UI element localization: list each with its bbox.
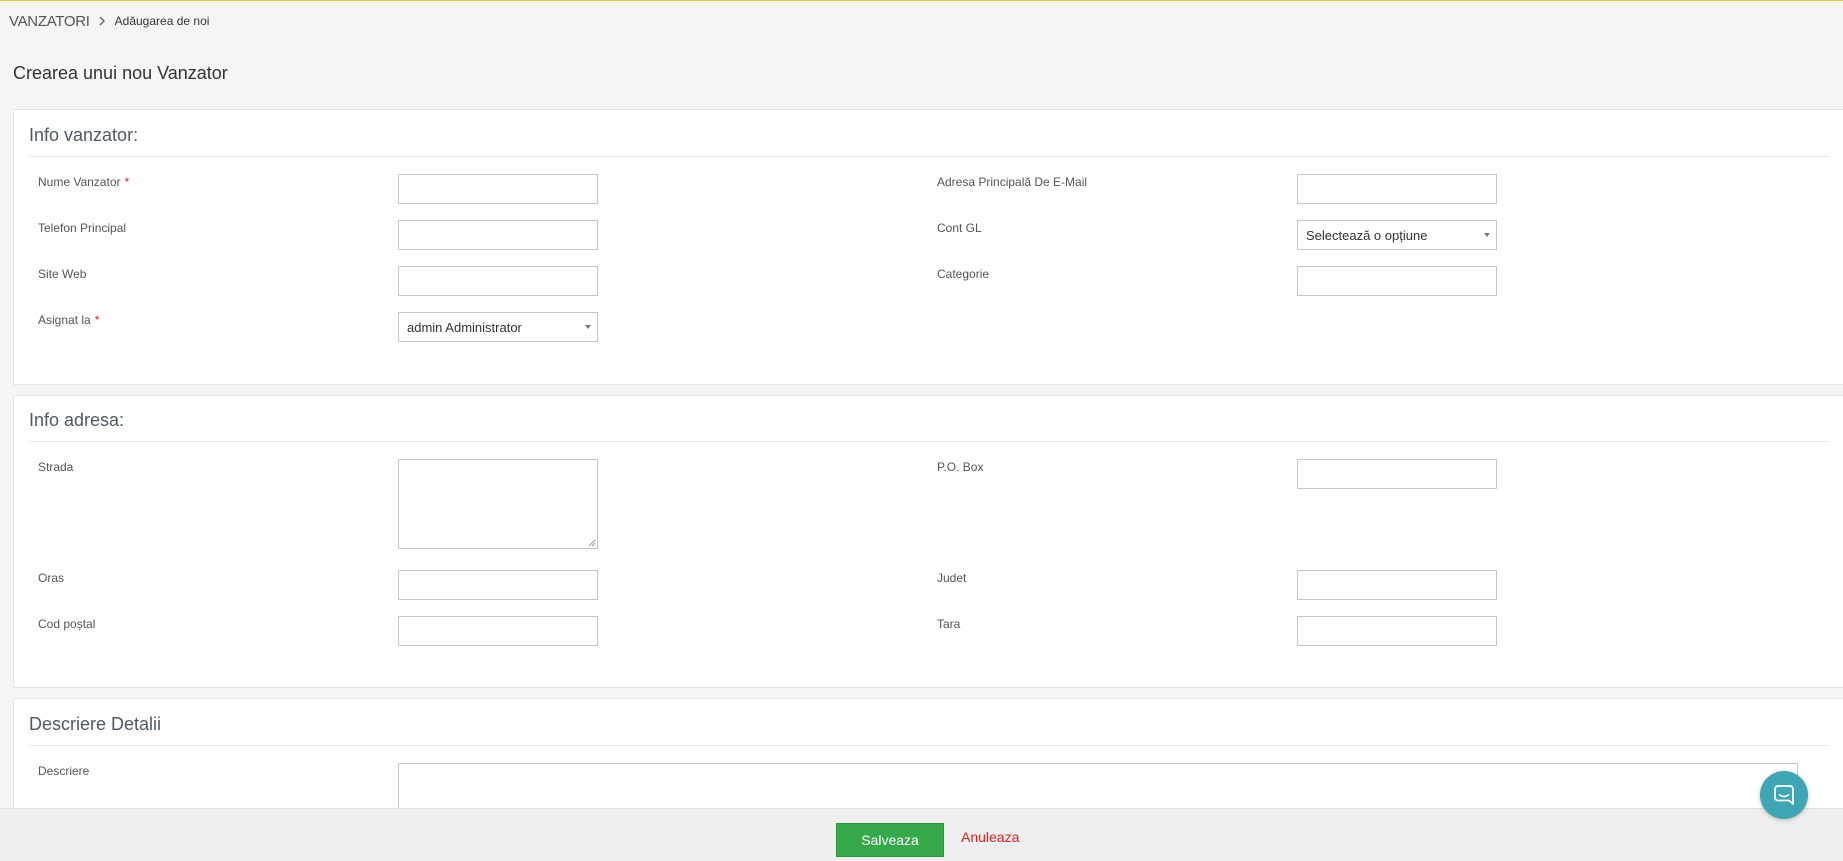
postal-code-input[interactable] [398, 616, 598, 646]
section-address-info: Info adresa: Strada P.O. Box Oras Judet … [13, 395, 1843, 688]
field-label-phone: Telefon Principal [38, 221, 127, 235]
website-input[interactable] [398, 266, 598, 296]
city-input[interactable] [398, 570, 598, 600]
section-divider [29, 745, 1828, 746]
field-label-postal-code: Cod poștal [38, 617, 96, 631]
assigned-to-select-value: admin Administrator [407, 319, 522, 335]
section-divider [29, 156, 1828, 157]
po-box-input[interactable] [1297, 459, 1497, 489]
field-label-website: Site Web [38, 267, 87, 281]
gl-account-select-value: Selectează o opțiune [1306, 227, 1428, 243]
field-label-assigned-to: Asignat la * [38, 313, 100, 327]
chevron-down-icon [585, 325, 591, 329]
gl-account-select[interactable]: Selectează o opțiune [1297, 220, 1497, 250]
form-action-bar: Salveaza Anuleaza [0, 808, 1843, 861]
country-input[interactable] [1297, 616, 1497, 646]
phone-input[interactable] [398, 220, 598, 250]
save-button[interactable]: Salveaza [836, 823, 944, 857]
vendor-name-input[interactable] [398, 174, 598, 204]
field-label-city: Oras [38, 571, 65, 585]
chat-launcher-button[interactable] [1760, 771, 1808, 819]
field-label-street: Strada [38, 460, 74, 474]
breadcrumb-current: Adăugarea de noi [114, 14, 210, 28]
chevron-right-icon [99, 16, 105, 26]
section-vendor-info: Info vanzator: Nume Vanzator * Adresa Pri… [13, 109, 1843, 385]
category-input[interactable] [1297, 266, 1497, 296]
field-label-county: Judet [937, 571, 967, 585]
breadcrumb-module-link[interactable]: VANZATORI [9, 13, 90, 30]
required-mark: * [94, 313, 100, 327]
page-title: Crearea unui nou Vanzator [13, 63, 228, 83]
section-title: Info vanzator: [29, 125, 139, 145]
section-title: Info adresa: [29, 410, 125, 430]
field-label-vendor-name: Nume Vanzator * [38, 175, 130, 189]
assigned-to-select[interactable]: admin Administrator [398, 312, 598, 342]
section-divider [29, 441, 1828, 442]
chat-bubble-icon [1774, 785, 1794, 805]
field-label-description: Descriere [38, 764, 90, 778]
section-title: Descriere Detalii [29, 714, 162, 734]
field-label-country: Tara [937, 617, 961, 631]
county-input[interactable] [1297, 570, 1497, 600]
resize-grip-icon[interactable] [588, 539, 596, 547]
top-accent-line [0, 0, 1843, 1]
chevron-down-icon [1484, 233, 1490, 237]
email-input[interactable] [1297, 174, 1497, 204]
field-label-po-box: P.O. Box [937, 460, 984, 474]
required-mark: * [124, 175, 130, 189]
breadcrumb: VANZATORI Adăugarea de noi [9, 12, 209, 30]
field-label-category: Categorie [937, 267, 990, 281]
cancel-link[interactable]: Anuleaza [961, 829, 1019, 845]
field-label-gl-account: Cont GL [937, 221, 982, 235]
field-label-email: Adresa Principală De E-Mail [937, 175, 1088, 189]
street-textarea[interactable] [398, 459, 598, 549]
